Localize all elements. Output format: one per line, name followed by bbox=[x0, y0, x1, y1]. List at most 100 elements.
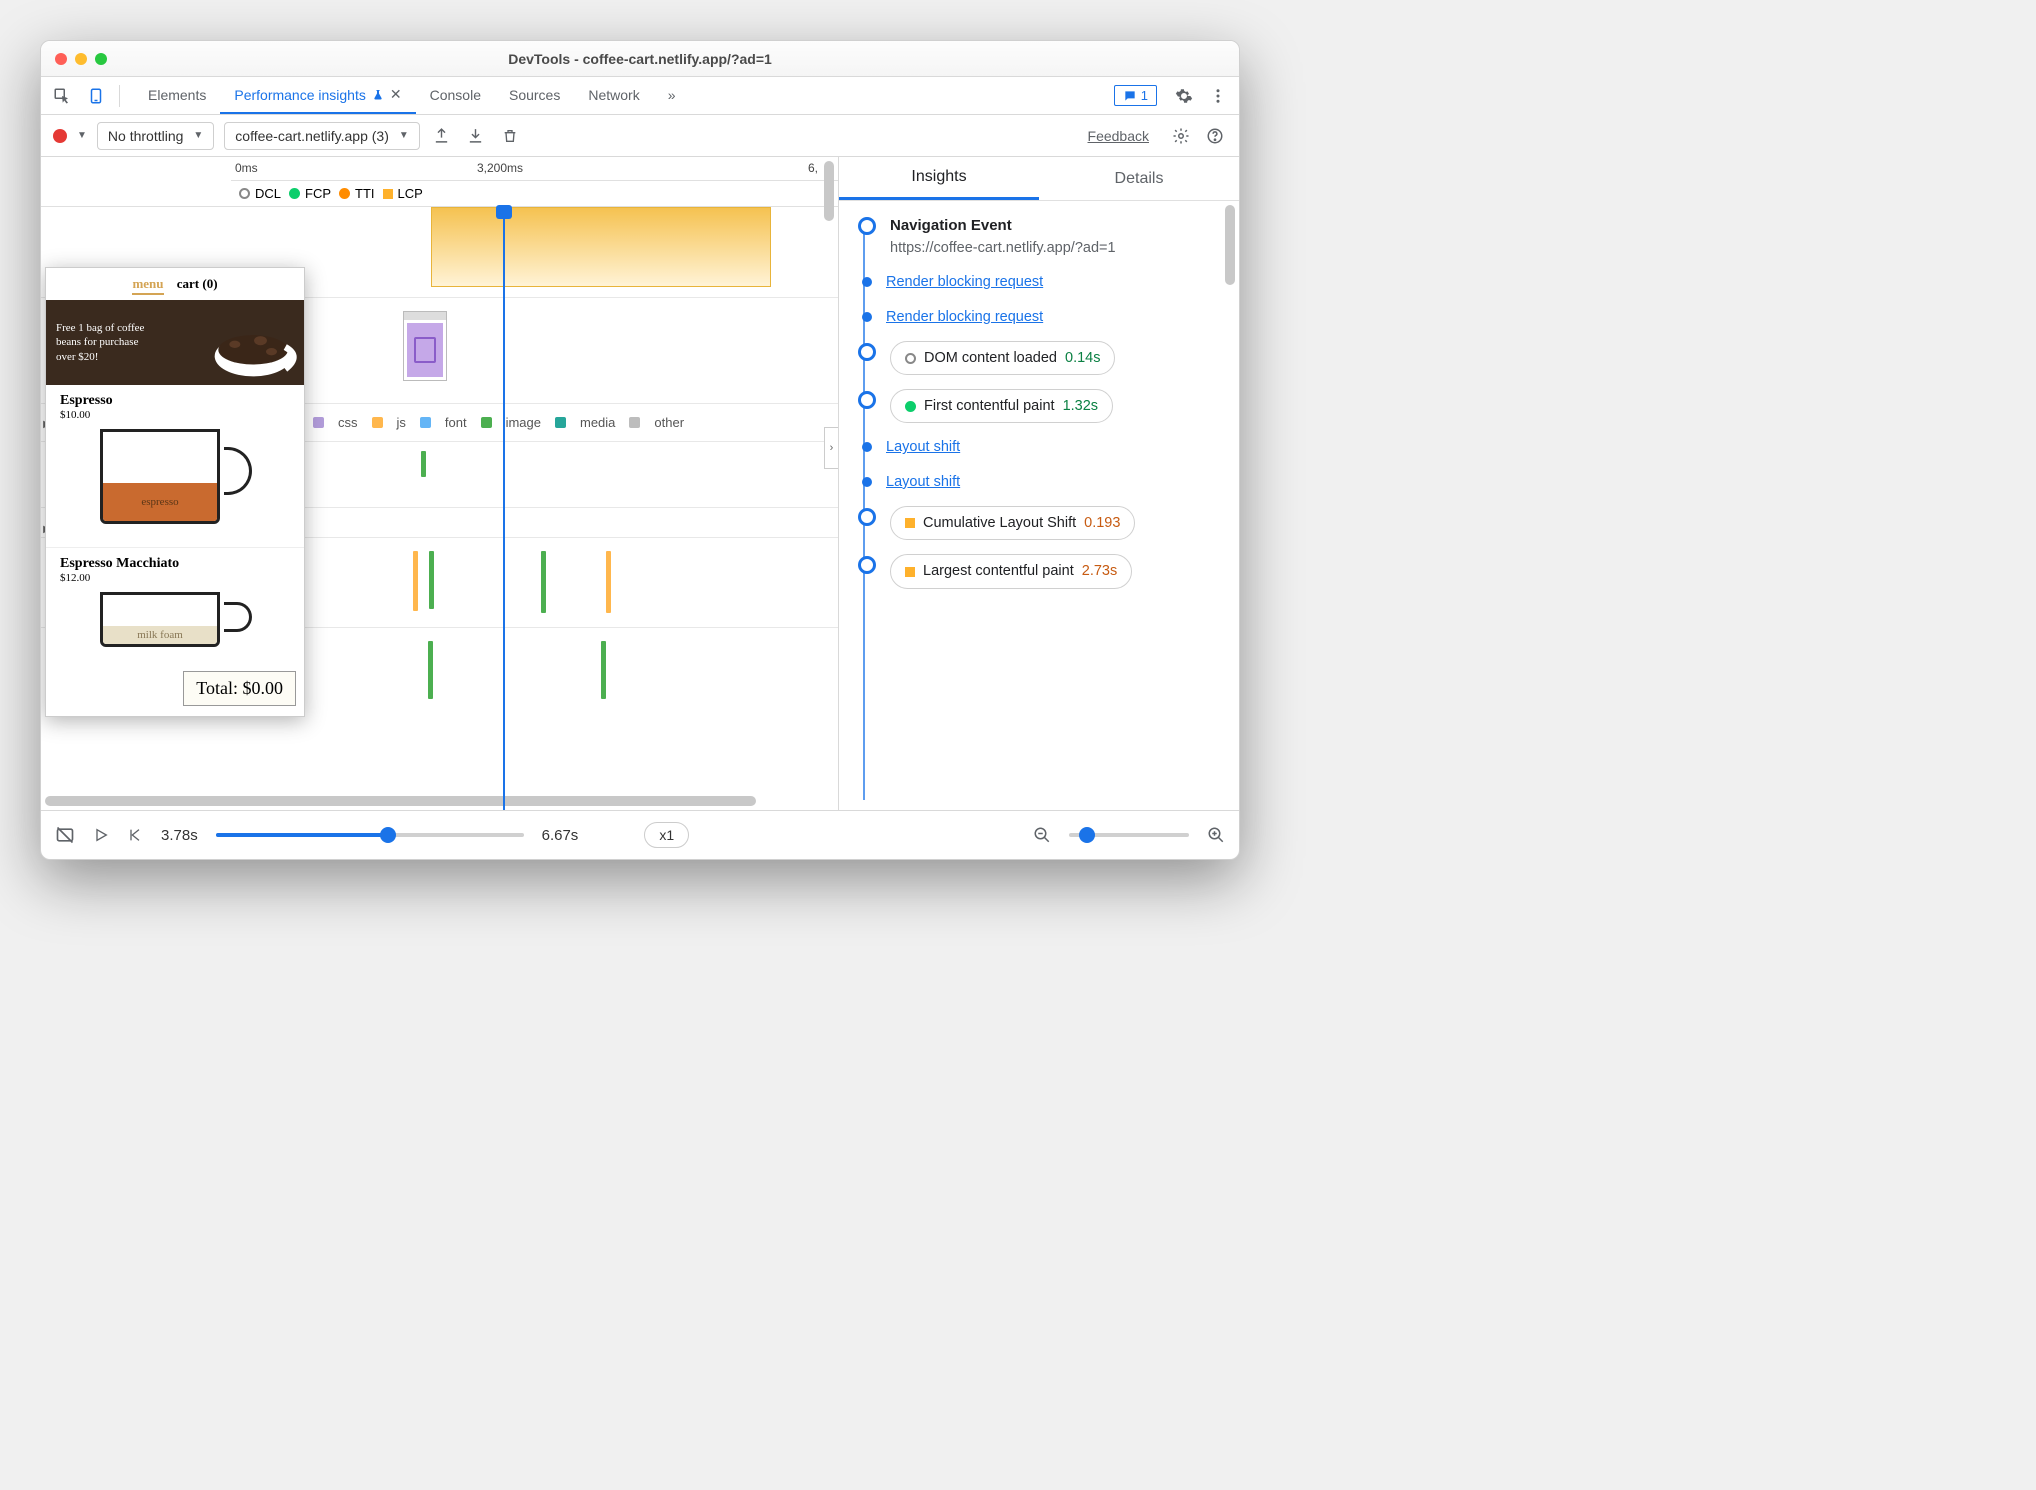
marker-tti: TTI bbox=[339, 186, 375, 201]
tab-elements[interactable]: Elements bbox=[134, 77, 220, 114]
timeline-pane: 0ms 3,200ms 6, DCL FCP TTI LCP ▶ css bbox=[41, 157, 839, 810]
ruler-tick: 0ms bbox=[235, 161, 258, 175]
insight-render-block: Render blocking request bbox=[851, 272, 1223, 292]
timeline-node-icon bbox=[862, 312, 872, 322]
import-icon[interactable] bbox=[464, 124, 488, 148]
vertical-scrollbar[interactable] bbox=[824, 157, 836, 810]
chevron-down-icon: ▼ bbox=[193, 130, 203, 141]
main-thread-block[interactable] bbox=[431, 207, 771, 287]
recording-select[interactable]: coffee-cart.netlify.app (3) ▼ bbox=[224, 122, 419, 150]
resource-bar[interactable] bbox=[541, 551, 546, 613]
ruler-tick: 3,200ms bbox=[477, 161, 523, 175]
resource-bar[interactable] bbox=[429, 551, 434, 609]
device-toolbar-icon[interactable] bbox=[81, 81, 111, 111]
insight-layout-shift: Layout shift bbox=[851, 437, 1223, 457]
devtools-window: DevTools - coffee-cart.netlify.app/?ad=1… bbox=[40, 40, 1240, 860]
playhead[interactable] bbox=[503, 207, 505, 810]
replay-disabled-icon[interactable] bbox=[55, 825, 75, 845]
insight-cls: Cumulative Layout Shift 0.193 bbox=[851, 506, 1223, 540]
insight-navigation: Navigation Event https://coffee-cart.net… bbox=[851, 215, 1223, 258]
help-icon[interactable] bbox=[1203, 124, 1227, 148]
insights-toolbar: ▼ No throttling ▼ coffee-cart.netlify.ap… bbox=[41, 115, 1239, 157]
timeline-node-icon bbox=[858, 217, 876, 235]
playback-rate[interactable]: x1 bbox=[644, 822, 689, 848]
panel-settings-gear-icon[interactable] bbox=[1169, 124, 1193, 148]
settings-gear-icon[interactable] bbox=[1169, 81, 1199, 111]
resource-bar[interactable] bbox=[413, 551, 418, 611]
insight-dcl: DOM content loaded 0.14s bbox=[851, 341, 1223, 375]
panel-tabs: Elements Performance insights ✕ Console … bbox=[134, 77, 690, 114]
chat-icon bbox=[1123, 89, 1137, 103]
markers-row: DCL FCP TTI LCP bbox=[41, 181, 838, 207]
tab-insights[interactable]: Insights bbox=[839, 157, 1039, 200]
issues-badge[interactable]: 1 bbox=[1114, 85, 1157, 106]
chevron-down-icon: ▼ bbox=[399, 130, 409, 141]
vertical-scrollbar[interactable] bbox=[1225, 203, 1237, 810]
page-preview: menu cart (0) Free 1 bag of coffee beans… bbox=[45, 267, 305, 717]
panel-tabs-row: Elements Performance insights ✕ Console … bbox=[41, 77, 1239, 115]
insight-fcp: First contentful paint 1.32s bbox=[851, 389, 1223, 423]
preview-menu-link: menu bbox=[132, 276, 163, 295]
resource-legend: css js font image media other bbox=[313, 415, 684, 430]
timeline-node-icon bbox=[862, 442, 872, 452]
record-button[interactable] bbox=[53, 129, 67, 143]
insight-render-block: Render blocking request bbox=[851, 307, 1223, 327]
ruler-tick: 6, bbox=[808, 161, 818, 175]
tab-network[interactable]: Network bbox=[574, 77, 653, 114]
more-menu-icon[interactable] bbox=[1203, 81, 1233, 111]
minimize-window-button[interactable] bbox=[75, 53, 87, 65]
skip-start-icon[interactable] bbox=[127, 827, 143, 843]
record-menu-chevron-icon[interactable]: ▼ bbox=[77, 130, 87, 141]
preview-cart-link: cart (0) bbox=[177, 276, 218, 291]
tab-details[interactable]: Details bbox=[1039, 157, 1239, 200]
marker-fcp: FCP bbox=[289, 186, 331, 201]
timeline-node-icon bbox=[862, 477, 872, 487]
close-window-button[interactable] bbox=[55, 53, 67, 65]
timeline-node-icon bbox=[858, 343, 876, 361]
tabs-overflow-button[interactable]: » bbox=[654, 77, 690, 114]
resource-bar[interactable] bbox=[421, 451, 426, 477]
flask-icon bbox=[372, 89, 384, 101]
timeline-node-icon bbox=[858, 508, 876, 526]
timeline-node-icon bbox=[858, 391, 876, 409]
insights-pane: Insights Details Navigation Event https:… bbox=[839, 157, 1239, 810]
traffic-lights bbox=[55, 53, 107, 65]
timeline-node-icon bbox=[862, 277, 872, 287]
collapse-sidebar-button[interactable]: › bbox=[824, 427, 838, 469]
insights-timeline: Navigation Event https://coffee-cart.net… bbox=[839, 201, 1239, 810]
resource-bar[interactable] bbox=[428, 641, 433, 699]
insight-lcp: Largest contentful paint 2.73s bbox=[851, 554, 1223, 588]
coffee-cup-icon bbox=[189, 305, 299, 380]
insight-layout-shift: Layout shift bbox=[851, 472, 1223, 492]
throttling-select[interactable]: No throttling ▼ bbox=[97, 122, 214, 150]
zoom-out-icon[interactable] bbox=[1033, 826, 1051, 844]
time-ruler[interactable]: 0ms 3,200ms 6, bbox=[231, 157, 838, 181]
time-slider[interactable] bbox=[216, 833, 524, 837]
screenshot-thumbnail[interactable] bbox=[403, 311, 447, 381]
window-title: DevTools - coffee-cart.netlify.app/?ad=1 bbox=[41, 51, 1239, 67]
current-time: 3.78s bbox=[161, 827, 198, 844]
delete-icon[interactable] bbox=[498, 124, 522, 148]
tab-console[interactable]: Console bbox=[416, 77, 495, 114]
playback-bar: 3.78s 6.67s x1 bbox=[41, 811, 1239, 859]
track-area[interactable]: ▶ css js font image media other ▶ bbox=[41, 207, 838, 810]
horizontal-scrollbar[interactable] bbox=[45, 796, 818, 808]
marker-dcl: DCL bbox=[239, 186, 281, 201]
marker-lcp: LCP bbox=[383, 186, 423, 201]
end-time: 6.67s bbox=[542, 827, 579, 844]
tab-sources[interactable]: Sources bbox=[495, 77, 574, 114]
feedback-link[interactable]: Feedback bbox=[1088, 128, 1149, 144]
inspect-element-icon[interactable] bbox=[47, 81, 77, 111]
main-split: 0ms 3,200ms 6, DCL FCP TTI LCP ▶ css bbox=[41, 157, 1239, 811]
tab-performance-insights[interactable]: Performance insights ✕ bbox=[220, 77, 415, 114]
zoom-slider[interactable] bbox=[1069, 833, 1189, 837]
resource-bar[interactable] bbox=[601, 641, 606, 699]
maximize-window-button[interactable] bbox=[95, 53, 107, 65]
close-tab-icon[interactable]: ✕ bbox=[390, 86, 402, 103]
timeline-node-icon bbox=[858, 556, 876, 574]
resource-bar[interactable] bbox=[606, 551, 611, 613]
play-icon[interactable] bbox=[93, 827, 109, 843]
zoom-in-icon[interactable] bbox=[1207, 826, 1225, 844]
export-icon[interactable] bbox=[430, 124, 454, 148]
titlebar: DevTools - coffee-cart.netlify.app/?ad=1 bbox=[41, 41, 1239, 77]
